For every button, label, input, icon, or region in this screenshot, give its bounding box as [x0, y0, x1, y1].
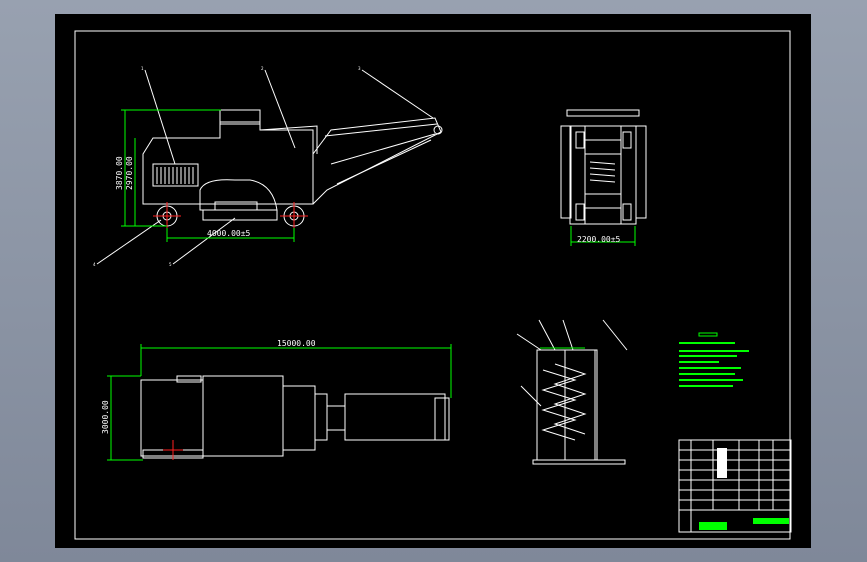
- end-view: [560, 109, 647, 246]
- side-dim-height-inner: 2970.00: [125, 156, 134, 190]
- plan-dim-length: 15000.00: [277, 339, 316, 348]
- technical-notes: [679, 332, 749, 387]
- side-view: 1 2 3 4 5: [93, 66, 443, 267]
- plan-dim-width: 3000.00: [101, 400, 110, 434]
- end-dim-width: 2200.00±5: [577, 235, 621, 244]
- drawing-canvas: 1 2 3 4 5 3870.00 2970.00 4000.00±5 2200…: [74, 30, 792, 540]
- title-block: [678, 439, 792, 533]
- inner-border: [74, 30, 791, 540]
- svg-text:1: 1: [141, 66, 144, 71]
- svg-text:2: 2: [261, 66, 264, 71]
- detail-view: [516, 319, 628, 465]
- svg-text:3: 3: [358, 66, 361, 71]
- drawing-sheet[interactable]: 1 2 3 4 5 3870.00 2970.00 4000.00±5 2200…: [55, 14, 811, 548]
- cad-viewport[interactable]: 1 2 3 4 5 3870.00 2970.00 4000.00±5 2200…: [0, 0, 867, 562]
- side-dim-wheelbase: 4000.00±5: [207, 229, 251, 238]
- svg-text:5: 5: [169, 262, 172, 267]
- side-dim-height-outer: 3870.00: [115, 156, 124, 190]
- svg-text:4: 4: [93, 262, 96, 267]
- plan-view: [107, 344, 452, 461]
